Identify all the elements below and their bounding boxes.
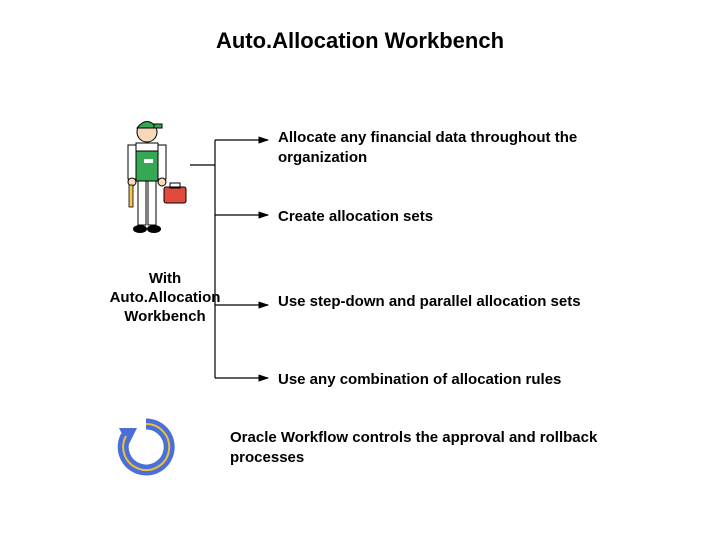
bullet-create-allocation-sets: Create allocation sets <box>278 207 638 227</box>
bullet-stepdown-parallel: Use step-down and parallel allocation se… <box>278 292 638 312</box>
cycle-arrow-icon <box>115 416 177 478</box>
caption-with-autoallocation: With Auto.Allocation Workbench <box>100 270 230 326</box>
caption-line: Workbench <box>124 308 205 325</box>
bullet-combination-rules: Use any combination of allocation rules <box>278 370 638 390</box>
caption-line: Auto.Allocation <box>110 289 221 306</box>
bullet-allocate-financial-data: Allocate any financial data throughout t… <box>278 128 638 167</box>
caption-line: With <box>149 270 181 287</box>
footer-workflow-note: Oracle Workflow controls the approval an… <box>230 428 630 467</box>
